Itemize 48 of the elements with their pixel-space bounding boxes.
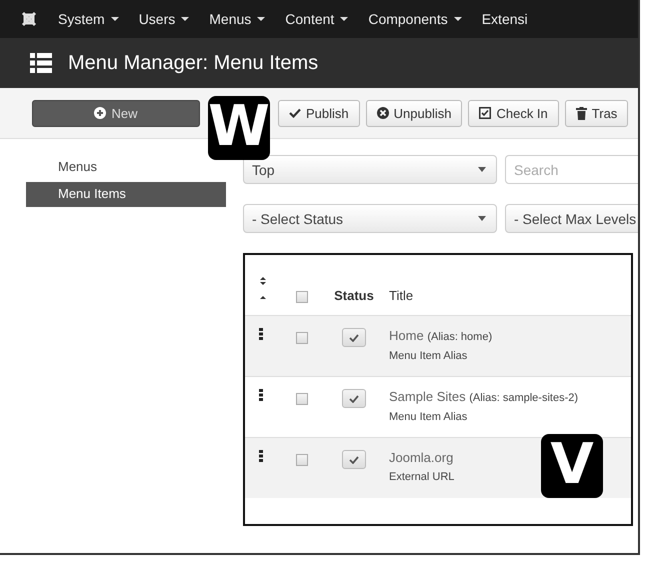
page-title: Menu Manager: Menu Items (68, 52, 318, 74)
column-header[interactable]: Status (334, 288, 374, 303)
trash-icon (576, 106, 587, 120)
list-icon (30, 53, 52, 73)
item-title[interactable]: Home (Alias: home) (389, 328, 492, 345)
nav-menu-item[interactable]: Users (138, 11, 190, 27)
item-type: External URL (389, 471, 454, 483)
search-field[interactable]: Search (505, 155, 638, 184)
check-icon (349, 394, 359, 402)
new-button[interactable]: New (32, 100, 200, 126)
drag-handle-icon[interactable] (259, 328, 263, 340)
checkbox-icon (479, 107, 492, 119)
logo-icon[interactable] (20, 10, 38, 28)
row-checkbox[interactable] (296, 454, 308, 466)
nav-menu-item[interactable]: Components (368, 11, 462, 27)
callout-label: V (541, 434, 603, 498)
select-all-checkbox[interactable] (296, 291, 308, 303)
item-title[interactable]: Sample Sites (Alias: sample-sites-2) (389, 389, 578, 406)
check-icon (349, 456, 359, 464)
status-toggle[interactable] (342, 328, 366, 347)
check-icon (349, 334, 359, 342)
callout-label: W (208, 96, 270, 160)
publish-button[interactable]: Publish (278, 100, 360, 126)
status-toggle[interactable] (342, 450, 366, 469)
drag-handle-icon[interactable] (259, 389, 263, 401)
trash-button[interactable]: Tras (564, 100, 628, 126)
nav-menu-item[interactable]: Menus (209, 11, 266, 27)
unpublish-button[interactable]: Unpublish (366, 100, 462, 126)
column-header[interactable]: Title (389, 288, 414, 303)
nav-menu-item[interactable]: System (58, 11, 119, 27)
close-icon (376, 107, 389, 119)
row-checkbox[interactable] (296, 332, 308, 344)
plus-icon (94, 107, 106, 119)
sort-icon[interactable] (259, 276, 267, 300)
status-toggle[interactable] (342, 389, 366, 408)
status-select[interactable]: - Select Status (243, 204, 497, 233)
item-type: Menu Item Alias (389, 411, 468, 423)
sidebar-item[interactable]: Menu Items (26, 182, 226, 207)
max-levels-select[interactable]: - Select Max Levels (505, 204, 638, 233)
menu-select[interactable]: Top (243, 155, 497, 184)
item-type: Menu Item Alias (389, 350, 468, 362)
nav-menu-item[interactable]: Content (285, 11, 348, 27)
drag-handle-icon[interactable] (259, 450, 263, 462)
row-checkbox[interactable] (296, 393, 308, 405)
nav-menu-item[interactable]: Extensi (482, 11, 528, 27)
item-title[interactable]: Joomla.org (389, 450, 454, 466)
check-icon (289, 108, 301, 118)
checkin-button[interactable]: Check In (468, 100, 559, 126)
